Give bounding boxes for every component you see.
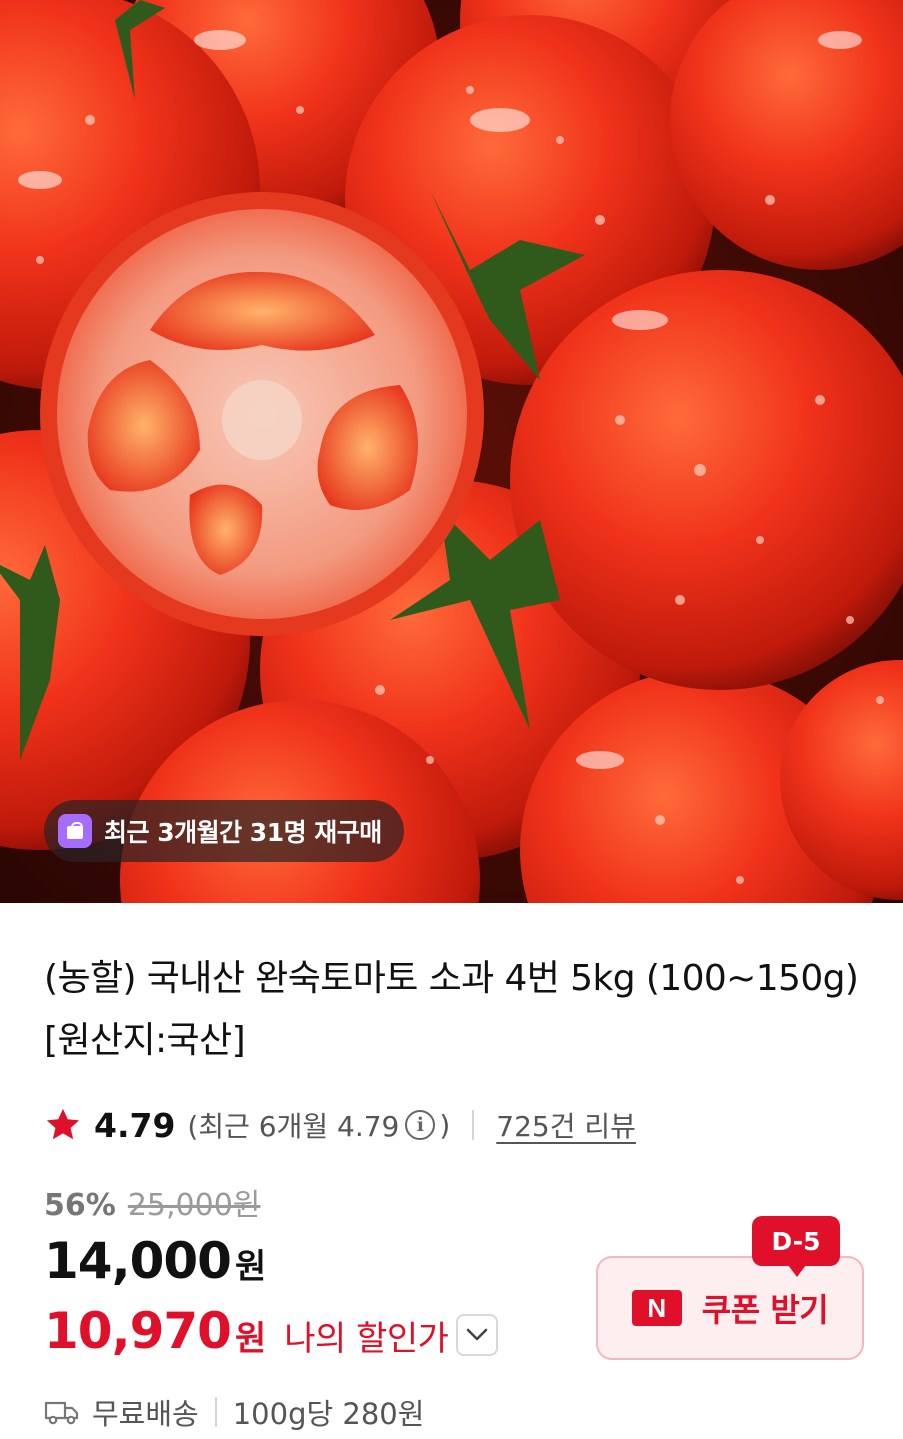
my-price-row: 10,970 원 나의 할인가 bbox=[44, 1302, 499, 1360]
rating-value: 4.79 bbox=[94, 1105, 176, 1145]
rating-detail-text: (최근 6개월 4.79 bbox=[187, 1110, 400, 1143]
chevron-down-icon bbox=[467, 1328, 488, 1341]
discount-row: 56% 25,000원 bbox=[44, 1180, 260, 1224]
review-link[interactable]: 725건 리뷰 bbox=[496, 1105, 636, 1145]
shopping-bag-icon bbox=[58, 814, 92, 848]
get-coupon-button[interactable]: N 쿠폰 받기 bbox=[596, 1256, 864, 1360]
product-image[interactable]: 최근 3개월간 31명 재구매 bbox=[0, 0, 903, 903]
sale-price: 14,000 bbox=[44, 1232, 232, 1290]
price-detail-toggle[interactable] bbox=[456, 1314, 499, 1356]
repurchase-text: 최근 3개월간 31명 재구매 bbox=[104, 818, 382, 847]
original-price: 25,000원 bbox=[127, 1188, 261, 1223]
coupon-label: 쿠폰 받기 bbox=[701, 1291, 829, 1329]
rating-detail: (최근 6개월 4.79 i ) bbox=[187, 1105, 450, 1145]
product-title: (농할) 국내산 완숙토마토 소과 4번 5kg (100~150g) [원산지… bbox=[44, 958, 859, 1061]
shipping-row: 무료배송 100g당 280원 bbox=[44, 1390, 424, 1434]
coupon-area: D-5 N 쿠폰 받기 bbox=[596, 1214, 864, 1360]
my-price-label: 나의 할인가 bbox=[284, 1318, 449, 1359]
my-price-currency: 원 bbox=[234, 1318, 267, 1359]
truck-icon bbox=[44, 1401, 79, 1425]
tomatoes-photo bbox=[0, 0, 903, 903]
rating-detail-close: ) bbox=[439, 1108, 451, 1142]
shipping-label: 무료배송 bbox=[92, 1397, 199, 1431]
star-icon bbox=[46, 1108, 80, 1140]
rating-row: 4.79 (최근 6개월 4.79 i ) 725건 리뷰 bbox=[44, 1100, 636, 1150]
naver-n-icon: N bbox=[631, 1290, 682, 1326]
repurchase-badge: 최근 3개월간 31명 재구매 bbox=[44, 800, 404, 862]
divider bbox=[472, 1110, 475, 1140]
sale-price-row: 14,000 원 bbox=[44, 1232, 266, 1290]
unit-price: 100g당 280원 bbox=[232, 1397, 425, 1431]
info-icon[interactable]: i bbox=[405, 1110, 436, 1140]
divider bbox=[214, 1397, 217, 1427]
my-discount-price: 10,970 bbox=[44, 1302, 232, 1360]
dday-badge: D-5 bbox=[752, 1216, 840, 1277]
sale-price-currency: 원 bbox=[234, 1247, 267, 1287]
discount-rate: 56% bbox=[44, 1188, 116, 1223]
